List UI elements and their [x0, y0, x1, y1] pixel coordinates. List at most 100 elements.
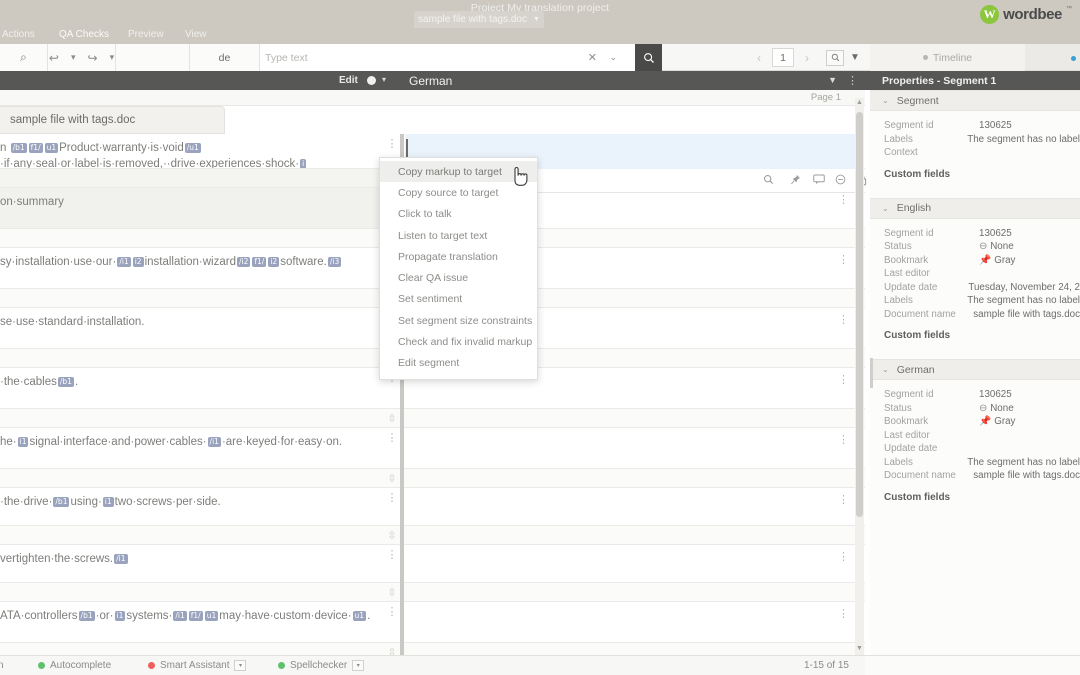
merge-split-icon[interactable]: ⇳ — [387, 529, 396, 542]
inline-markup-tag[interactable]: /b1 — [78, 611, 95, 621]
search-icon[interactable] — [763, 174, 774, 188]
pin-icon[interactable] — [790, 174, 801, 188]
chevron-down-icon[interactable]: ▾ — [234, 660, 247, 671]
chevron-down-icon[interactable]: ▾ — [352, 660, 365, 671]
undo-icon[interactable]: ↩ — [49, 51, 59, 65]
kebab-menu-icon[interactable]: ⋮ — [387, 433, 398, 444]
menu-item-preview[interactable]: Preview — [128, 29, 164, 40]
current-page-number[interactable]: 1 — [772, 48, 794, 67]
context-menu-item[interactable]: Propagate translation — [380, 246, 537, 267]
context-menu-item[interactable]: Edit segment — [380, 353, 537, 374]
properties-scroll-indicator[interactable] — [870, 358, 873, 388]
target-row-kebab-icon[interactable]: ⋮ — [838, 607, 849, 620]
inline-markup-tag[interactable]: i2 — [132, 257, 144, 267]
chevron-down-icon[interactable]: ⌄ — [882, 204, 889, 213]
source-language-selector[interactable]: de — [190, 44, 260, 71]
properties-section-header[interactable]: ⌄ German — [870, 359, 1080, 380]
edit-mode-toggle[interactable] — [367, 76, 376, 85]
target-row-kebab-icon[interactable]: ⋮ — [838, 433, 849, 446]
menu-item-actions[interactable]: Actions — [2, 29, 35, 40]
segment-source-text[interactable]: sy·installation·use·our·/i1 i2 installatio… — [0, 248, 380, 288]
merge-split-icon[interactable]: ⇳ — [387, 412, 396, 425]
segment-target-cell[interactable] — [405, 488, 845, 525]
editor-header-kebab-icon[interactable]: ⋮ — [847, 74, 858, 87]
target-row-kebab-icon[interactable]: ⋮ — [838, 193, 849, 206]
properties-section-header[interactable]: ⌄ English — [870, 197, 1080, 219]
context-menu-item[interactable]: Listen to target text — [380, 225, 537, 246]
segment-target-cell[interactable] — [405, 428, 845, 468]
document-tab[interactable]: sample file with tags.doc ▼ — [414, 11, 544, 28]
next-page-button[interactable]: › — [796, 44, 818, 71]
chevron-down-icon[interactable]: ⌄ — [882, 365, 889, 374]
inline-markup-tag[interactable]: i — [300, 159, 307, 168]
properties-section-header[interactable]: ⌄ Segment — [870, 90, 1080, 111]
inline-markup-tag[interactable]: /i2 — [236, 257, 251, 267]
inline-markup-tag[interactable]: /i1 — [114, 554, 128, 564]
merge-split-icon[interactable]: ⇳ — [387, 646, 396, 655]
inline-markup-tag[interactable]: /b1 — [10, 143, 27, 153]
inline-markup-tag[interactable]: u1 — [204, 611, 219, 621]
chevron-down-icon[interactable]: ▼ — [533, 16, 540, 23]
scroll-down-icon[interactable]: ▼ — [856, 645, 863, 652]
undo-caret-icon[interactable]: ▾ — [71, 52, 76, 63]
inline-markup-tag[interactable]: /i1 — [117, 257, 131, 267]
inline-markup-tag[interactable]: /i1 — [207, 437, 221, 447]
status-bar-item[interactable]: Spellchecker ▾ — [278, 660, 365, 671]
comment-icon[interactable] — [813, 174, 825, 188]
redo-caret-icon[interactable]: ▾ — [110, 52, 115, 63]
chevron-down-icon[interactable]: ⌄ — [882, 96, 889, 105]
search-button[interactable] — [635, 44, 662, 71]
grid-scrollbar-thumb[interactable] — [856, 112, 863, 517]
segment-source-text[interactable]: he· i1 signal·interface·and·power·cables· /… — [0, 428, 380, 468]
segment-source-text[interactable]: ·the·drive·/b1 using· i1 two·screws·per·sid… — [0, 488, 380, 525]
segment-source-text[interactable]: n /b1 f1/u1 Product·warranty·is·void/u1·if… — [0, 134, 380, 168]
inline-markup-tag[interactable]: /i1 — [173, 611, 187, 621]
context-menu-item[interactable]: Clear QA issue — [380, 267, 537, 288]
search-input[interactable] — [265, 51, 595, 64]
inline-markup-tag[interactable]: f1/ — [252, 257, 267, 267]
segment-source-text[interactable]: vertighten·the·screws./i1 — [0, 545, 380, 582]
custom-fields-label[interactable]: Custom fields — [870, 160, 1080, 189]
page-search-icon[interactable] — [826, 49, 844, 66]
inline-markup-tag[interactable]: /i3 — [327, 257, 342, 267]
segment-target-cell[interactable] — [405, 602, 845, 642]
target-row-kebab-icon[interactable]: ⋮ — [838, 253, 849, 266]
target-row-kebab-icon[interactable]: ⋮ — [838, 550, 849, 563]
tab-timeline[interactable]: Timeline — [870, 44, 1025, 71]
segment-source-text[interactable]: on·summary — [0, 188, 380, 228]
inline-markup-tag[interactable]: f1/ — [28, 143, 43, 153]
inline-markup-tag[interactable]: /b1 — [57, 377, 74, 387]
merge-split-icon[interactable]: ⇳ — [387, 472, 396, 485]
kebab-menu-icon[interactable]: ⋮ — [387, 550, 398, 561]
column-options-caret-icon[interactable]: ▼ — [828, 75, 837, 85]
inline-markup-tag[interactable]: i2 — [268, 257, 280, 267]
inline-markup-tag[interactable]: i1 — [114, 611, 126, 621]
kebab-menu-icon[interactable]: ⋮ — [387, 607, 398, 618]
status-bar-item[interactable]: Autocomplete — [38, 660, 111, 671]
filter-caret-icon[interactable]: ▼ — [846, 44, 864, 71]
custom-fields-label[interactable]: Custom fields — [870, 321, 1080, 350]
menu-item-qa-checks[interactable]: QA Checks — [59, 29, 109, 40]
refresh-search-icon[interactable]: ⌕ — [20, 50, 27, 65]
prev-page-button[interactable]: ‹ — [748, 44, 770, 71]
context-menu-item[interactable]: Copy markup to target — [380, 161, 537, 183]
kebab-menu-icon[interactable]: ⋮ — [387, 493, 398, 504]
search-options-caret-icon[interactable]: ⌄ — [609, 52, 617, 63]
segment-target-cell[interactable] — [405, 545, 845, 582]
inline-markup-tag[interactable]: /u1 — [184, 143, 201, 153]
kebab-menu-icon[interactable]: ⋮ — [387, 139, 398, 150]
context-menu-item[interactable]: Set segment size constraints — [380, 310, 537, 331]
inline-markup-tag[interactable]: f1/ — [188, 611, 203, 621]
target-row-kebab-icon[interactable]: ⋮ — [838, 313, 849, 326]
target-row-kebab-icon[interactable]: ⋮ — [838, 373, 849, 386]
custom-fields-label[interactable]: Custom fields — [870, 483, 1080, 512]
inline-markup-tag[interactable]: i1 — [102, 497, 114, 507]
context-menu-item[interactable]: Copy source to target — [380, 182, 537, 203]
clear-search-icon[interactable]: ✕ — [588, 51, 597, 64]
segment-source-text[interactable]: se·use·standard·installation. — [0, 308, 380, 348]
scroll-up-icon[interactable]: ▲ — [856, 99, 863, 106]
context-menu-item[interactable]: Check and fix invalid markup — [380, 331, 537, 352]
context-menu-item[interactable]: Set sentiment — [380, 289, 537, 310]
merge-split-icon[interactable]: ⇳ — [387, 586, 396, 599]
context-menu-item[interactable]: Click to talk — [380, 204, 537, 225]
